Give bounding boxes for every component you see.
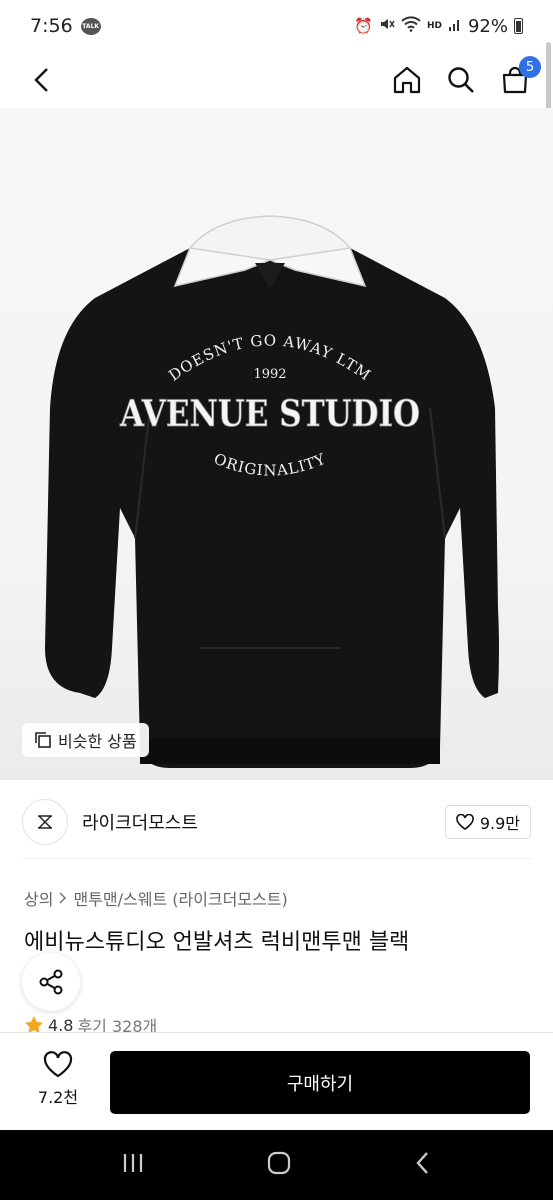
nav-actions: 5 bbox=[391, 56, 541, 96]
home-icon bbox=[393, 66, 421, 94]
status-time: 7:56 bbox=[30, 15, 73, 37]
recent-apps-button[interactable] bbox=[121, 1152, 145, 1178]
top-nav: 5 bbox=[0, 52, 553, 108]
battery-percent: 92% bbox=[467, 15, 508, 37]
share-icon bbox=[39, 969, 63, 995]
search-icon bbox=[448, 67, 474, 93]
divider bbox=[22, 858, 531, 859]
back-nav-icon bbox=[416, 1152, 429, 1174]
product-title: 에비뉴스튜디오 언발셔츠 럭비맨투맨 블랙 bbox=[24, 930, 410, 955]
battery-icon bbox=[514, 18, 523, 34]
buy-button[interactable]: 구매하기 bbox=[110, 1051, 530, 1114]
heart-icon bbox=[43, 1051, 73, 1078]
mute-icon bbox=[379, 16, 395, 36]
brand-like-count: 9.9만 bbox=[479, 814, 520, 833]
recent-apps-icon bbox=[123, 1154, 142, 1172]
brand-row: 라이크더모스트 9.9만 bbox=[22, 796, 531, 848]
back-arrow-icon bbox=[34, 68, 48, 92]
status-bar: 7:56 TALK ⏰ HD 92% bbox=[0, 0, 553, 52]
similar-products-label: 비슷한 상품 bbox=[58, 732, 137, 751]
print-main: AVENUE STUDIO bbox=[119, 393, 420, 435]
cart-button[interactable]: 5 bbox=[499, 56, 541, 96]
hd-voice-icon: HD bbox=[426, 20, 442, 31]
brand-like-button[interactable]: 9.9만 bbox=[444, 805, 531, 839]
back-button[interactable] bbox=[26, 64, 58, 96]
chevron-right-icon bbox=[59, 889, 67, 908]
kakaotalk-icon: TALK bbox=[80, 17, 101, 35]
status-right: ⏰ HD 92% bbox=[354, 16, 523, 37]
heart-icon bbox=[456, 814, 474, 830]
status-left: 7:56 TALK bbox=[30, 15, 101, 37]
breadcrumb-level1[interactable]: 상의 bbox=[24, 886, 53, 910]
alarm-icon: ⏰ bbox=[354, 17, 373, 35]
print-year: 1992 bbox=[253, 367, 286, 382]
brand-logo bbox=[22, 799, 68, 845]
bottom-action-bar: 7.2천 구매하기 bbox=[0, 1032, 553, 1130]
system-nav-bar bbox=[0, 1130, 553, 1200]
brand-name: 라이크더모스트 bbox=[82, 813, 198, 834]
product-image[interactable]: DOESN'T GO AWAY LTM 1992 AVENUE STUDIO O… bbox=[0, 108, 553, 780]
sweatshirt-image: DOESN'T GO AWAY LTM 1992 AVENUE STUDIO O… bbox=[45, 215, 499, 768]
home-circle-icon bbox=[268, 1151, 291, 1175]
wishlist-count: 7.2천 bbox=[37, 1088, 79, 1107]
search-button[interactable] bbox=[445, 64, 477, 96]
wifi-icon bbox=[401, 16, 421, 36]
similar-products-button[interactable]: 비슷한 상품 bbox=[22, 723, 149, 757]
brand-link[interactable]: 라이크더모스트 bbox=[22, 799, 198, 845]
home-button[interactable] bbox=[391, 64, 423, 96]
breadcrumb: 상의 맨투맨/스웨트 (라이크더모스트) bbox=[24, 886, 288, 910]
wishlist-button[interactable]: 7.2천 bbox=[30, 1051, 86, 1108]
breadcrumb-level2[interactable]: 맨투맨/스웨트 (라이크더모스트) bbox=[73, 886, 287, 910]
cart-count-badge: 5 bbox=[519, 56, 541, 78]
share-button[interactable] bbox=[22, 953, 80, 1011]
signal-icon bbox=[448, 16, 462, 36]
back-nav-button[interactable] bbox=[414, 1151, 432, 1179]
home-nav-button[interactable] bbox=[266, 1150, 292, 1180]
copy-icon bbox=[35, 732, 51, 748]
